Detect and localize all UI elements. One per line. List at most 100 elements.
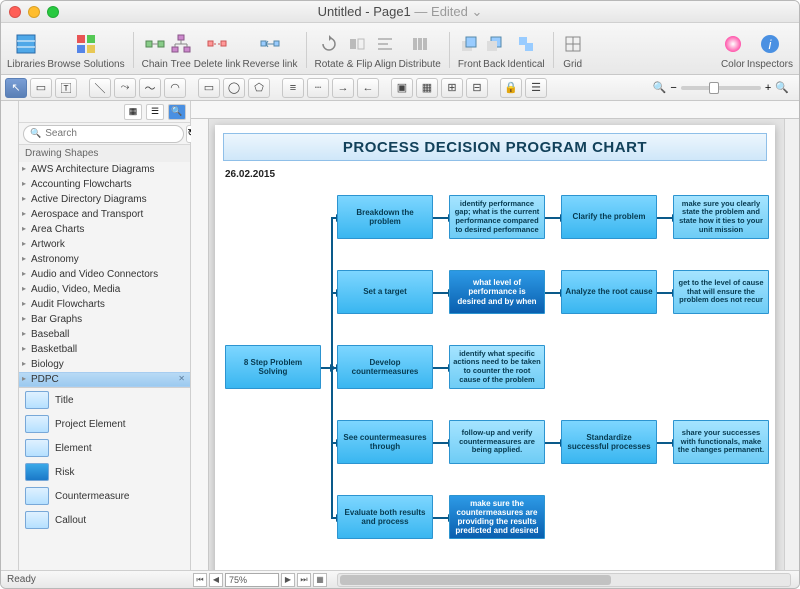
panel-handle[interactable]	[1, 101, 19, 570]
search-box[interactable]: 🔍	[23, 125, 184, 143]
magnify-minus-icon[interactable]: 🔍	[653, 81, 667, 94]
delete-link-button[interactable]: Delete link	[194, 29, 241, 70]
zoom-button[interactable]	[47, 6, 59, 18]
chart-node[interactable]: share your successes with functionals, m…	[673, 420, 769, 464]
grid-view-button[interactable]: ▦	[124, 104, 142, 120]
chart-node[interactable]: Analyze the root cause	[561, 270, 657, 314]
shape-item[interactable]: Title	[19, 388, 190, 412]
title-dropdown-icon[interactable]: ⌄	[472, 4, 483, 19]
shadow-tool[interactable]: ▦	[416, 78, 438, 98]
prev-page-button[interactable]: ◀	[209, 573, 223, 587]
lib-item[interactable]: Baseball	[19, 327, 190, 342]
last-page-button[interactable]: ⏭	[297, 573, 311, 587]
page-grid-button[interactable]: ▦	[313, 573, 327, 587]
lib-item[interactable]: Area Charts	[19, 222, 190, 237]
lib-item[interactable]: Astronomy	[19, 252, 190, 267]
lib-item[interactable]: Audio, Video, Media	[19, 282, 190, 297]
align-button[interactable]: Align	[374, 29, 396, 70]
ungroup-tool[interactable]: ⊟	[466, 78, 488, 98]
horizontal-scrollbar[interactable]	[337, 573, 791, 587]
grid-button[interactable]: Grid	[562, 29, 584, 70]
chart-node[interactable]: Clarify the problem	[561, 195, 657, 239]
shape-item[interactable]: Element	[19, 436, 190, 460]
next-page-button[interactable]: ▶	[281, 573, 295, 587]
lib-item[interactable]: Audit Flowcharts	[19, 297, 190, 312]
group-tool[interactable]: ⊞	[441, 78, 463, 98]
zoom-track[interactable]	[681, 86, 761, 90]
lib-item-selected[interactable]: PDPC	[19, 372, 190, 387]
dash-tool[interactable]: ┄	[307, 78, 329, 98]
shape-item[interactable]: Risk	[19, 460, 190, 484]
layer-tool[interactable]: ☰	[525, 78, 547, 98]
connector-tool[interactable]: ⤳	[114, 78, 136, 98]
shape-item[interactable]: Callout	[19, 508, 190, 532]
chart-node[interactable]: identify performance gap; what is the cu…	[449, 195, 545, 239]
line-tool[interactable]: ＼	[89, 78, 111, 98]
vertical-scrollbar[interactable]	[784, 119, 799, 570]
pointer-tool[interactable]: ↖	[5, 78, 27, 98]
fill-tool[interactable]: ▣	[391, 78, 413, 98]
tree-button[interactable]: Tree	[170, 29, 192, 70]
plus-icon[interactable]: +	[765, 82, 771, 94]
distribute-button[interactable]: Distribute	[399, 29, 441, 70]
list-view-button[interactable]: ☰	[146, 104, 164, 120]
lib-item[interactable]: AWS Architecture Diagrams	[19, 162, 190, 177]
lib-item[interactable]: Aerospace and Transport	[19, 207, 190, 222]
chart-node[interactable]: 8 Step Problem Solving	[225, 345, 321, 389]
shape-item[interactable]: Project Element	[19, 412, 190, 436]
chart-date[interactable]: 26.02.2015	[225, 169, 275, 180]
chart-node[interactable]: Set a target	[337, 270, 433, 314]
lib-item[interactable]: Bar Graphs	[19, 312, 190, 327]
color-button[interactable]: Color	[721, 29, 745, 70]
lib-item[interactable]: Active Directory Diagrams	[19, 192, 190, 207]
chart-node[interactable]: get to the level of cause that will ensu…	[673, 270, 769, 314]
lib-item[interactable]: Artwork	[19, 237, 190, 252]
search-view-button[interactable]: 🔍	[168, 104, 186, 120]
shape-item[interactable]: Countermeasure	[19, 484, 190, 508]
ellipse-tool[interactable]: ◯	[223, 78, 245, 98]
curve-tool[interactable]: 〜	[139, 78, 161, 98]
page[interactable]: PROCESS DECISION PROGRAM CHART 26.02.201…	[215, 125, 775, 570]
hscroll-thumb[interactable]	[340, 575, 611, 585]
chart-node[interactable]: identify what specific actions need to b…	[449, 345, 545, 389]
rect-tool[interactable]: ▭	[198, 78, 220, 98]
arc-tool[interactable]: ◠	[164, 78, 186, 98]
back-button[interactable]: Back	[483, 29, 505, 70]
magnify-plus-icon[interactable]: 🔍	[775, 81, 789, 94]
first-page-button[interactable]: ⏮	[193, 573, 207, 587]
text-tool[interactable]: 🅃	[55, 78, 77, 98]
lib-item[interactable]: Audio and Video Connectors	[19, 267, 190, 282]
chart-node[interactable]: See countermeasures through	[337, 420, 433, 464]
identical-button[interactable]: Identical	[507, 29, 544, 70]
chart-node[interactable]: Standardize successful processes	[561, 420, 657, 464]
polygon-tool[interactable]: ⬠	[248, 78, 270, 98]
minus-icon[interactable]: −	[670, 82, 676, 94]
chart-node[interactable]: Evaluate both results and process	[337, 495, 433, 539]
chart-node[interactable]: Develop countermeasures	[337, 345, 433, 389]
chart-node[interactable]: follow-up and verify countermeasures are…	[449, 420, 545, 464]
lock-tool[interactable]: 🔒	[500, 78, 522, 98]
library-list[interactable]: Drawing Shapes AWS Architecture Diagrams…	[19, 145, 190, 570]
minimize-button[interactable]	[28, 6, 40, 18]
chart-node[interactable]: Breakdown the problem	[337, 195, 433, 239]
lib-item[interactable]: Accounting Flowcharts	[19, 177, 190, 192]
search-input[interactable]	[45, 128, 177, 139]
browse-button[interactable]: Browse Solutions	[47, 29, 124, 70]
front-button[interactable]: Front	[458, 29, 481, 70]
zoom-thumb[interactable]	[709, 82, 719, 94]
chart-title[interactable]: PROCESS DECISION PROGRAM CHART	[223, 133, 767, 161]
lib-item[interactable]: Basketball	[19, 342, 190, 357]
close-button[interactable]	[9, 6, 21, 18]
reverse-link-button[interactable]: Reverse link	[242, 29, 297, 70]
chart-node[interactable]: make sure you clearly state the problem …	[673, 195, 769, 239]
inspectors-button[interactable]: i Inspectors	[747, 29, 793, 70]
chart-node[interactable]: make sure the countermeasures are provid…	[449, 495, 545, 539]
arrow-end-tool[interactable]: →	[332, 78, 354, 98]
lib-item[interactable]: Biology	[19, 357, 190, 372]
rotate-flip-button[interactable]: Rotate & Flip	[315, 29, 373, 70]
zoom-slider[interactable]: 🔍 − + 🔍	[653, 81, 789, 94]
page-viewport[interactable]: PROCESS DECISION PROGRAM CHART 26.02.201…	[209, 119, 784, 570]
chart-node[interactable]: what level of performance is desired and…	[449, 270, 545, 314]
select-tool[interactable]: ▭	[30, 78, 52, 98]
line-style-tool[interactable]: ≡	[282, 78, 304, 98]
